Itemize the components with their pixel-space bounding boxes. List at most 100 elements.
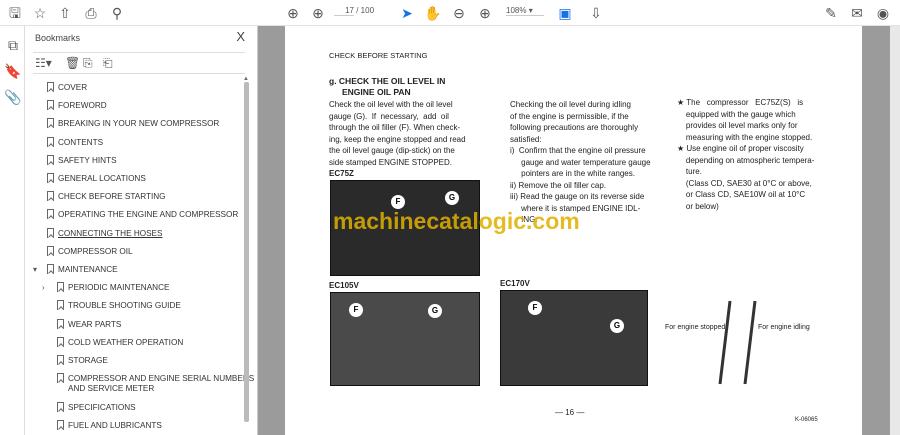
bookmark-item[interactable]: COMPRESSOR OIL [58, 247, 133, 257]
bookmark-item[interactable]: COVER [58, 83, 87, 93]
page-input[interactable] [334, 6, 354, 16]
bookmark-item[interactable]: BREAKING IN YOUR NEW COMPRESSOR [58, 119, 219, 129]
bookmark-item[interactable]: SPECIFICATIONS [68, 403, 136, 413]
close-icon[interactable]: X [236, 29, 245, 44]
delete-icon[interactable]: 🗑 [65, 56, 80, 70]
bookmark-item[interactable]: GENERAL LOCATIONS [58, 174, 146, 184]
bookmark-icon [47, 118, 54, 129]
bookmark-icon [47, 173, 54, 183]
page-indicator: / 100 [334, 6, 374, 16]
text-line: side stamped ENGINE STOPPED. [329, 157, 453, 167]
zoom-value: 108% [506, 6, 527, 15]
photo-ec170v: F G [500, 290, 648, 386]
label-g: G [445, 191, 459, 205]
text-line: ture. [677, 167, 702, 176]
zoom-select[interactable]: 108% ▾ [506, 6, 544, 16]
text-line: ing, keep the engine stopped and read [329, 134, 466, 144]
toolbar: 🖫 ☆ ⇧ ⎙ ⚲ ⊕ ⊕ / 100 ➤ ✋ ⊖ ⊕ 108% ▾ ▣ ⇩ ✎… [0, 0, 900, 26]
heading-line1: g. CHECK THE OIL LEVEL IN [329, 76, 446, 86]
document-scrollbar[interactable] [890, 26, 900, 435]
text-line: the oil level gauge (dip-stick) on the [329, 146, 455, 155]
figure-label-ec105v: EC105V [329, 281, 359, 290]
star-icon[interactable]: ☆ [31, 4, 49, 22]
text-line: ii) Remove the oil filler cap. [510, 180, 607, 190]
section-header: CHECK BEFORE STARTING [329, 51, 428, 60]
bookmark-icon [57, 282, 64, 293]
print-icon[interactable]: ⎙ [82, 4, 100, 22]
bookmark-icon [47, 209, 54, 220]
bookmark-icon [47, 227, 54, 238]
scroll-mode-icon[interactable]: ⇩ [587, 4, 605, 22]
bookmarks-icon[interactable]: 🔖 [4, 62, 22, 80]
bookmark-icon [57, 300, 64, 311]
email-icon[interactable]: ✉ [848, 4, 866, 22]
bookmark-icon [57, 401, 64, 412]
bookmark-item[interactable]: OPERATING THE ENGINE AND COMPRESSOR [58, 210, 238, 220]
bookmark-item[interactable]: CONNECTING THE HOSES [58, 229, 162, 239]
text-line: pointers are in the white ranges. [510, 169, 635, 178]
bookmark-item[interactable]: SAFETY HINTS [58, 156, 117, 166]
label-f: F [349, 303, 363, 317]
bookmark-item[interactable]: STORAGE [68, 356, 108, 366]
text-line: depending on atmospheric tempera- [677, 155, 815, 165]
attachments-icon[interactable]: 📎 [4, 88, 22, 106]
label-f: F [391, 195, 405, 209]
bookmark-item[interactable]: FOREWORD [58, 101, 107, 111]
account-icon[interactable]: ◉ [874, 4, 892, 22]
expand-arrow-icon[interactable]: ▾ [33, 265, 37, 274]
page-total: / 100 [356, 6, 375, 15]
bookmark-item[interactable]: COMPRESSOR AND ENGINE SERIAL NUMBERS [68, 374, 254, 384]
upload-icon[interactable]: ⇧ [56, 4, 74, 22]
find-bookmark-icon[interactable]: ⎗ [103, 56, 113, 71]
bookmark-item[interactable]: MAINTENANCE [58, 265, 118, 275]
bookmark-icon [57, 373, 64, 384]
text-line: Checking the oil level during idling [510, 100, 631, 109]
zoom-out-icon[interactable]: ⊖ [450, 4, 468, 22]
bookmark-icon [57, 336, 64, 347]
bookmark-tools: ☷▾ 🗑 ⎘ ⎗ [33, 52, 245, 74]
text-line: of the engine is permissible, if the [510, 111, 629, 121]
bookmark-item[interactable]: CHECK BEFORE STARTING [58, 192, 166, 202]
document-code: K-06065 [795, 417, 818, 423]
heading-line2: ENGINE OIL PAN [342, 87, 411, 97]
bookmark-item[interactable]: PERIODIC MAINTENANCE [68, 283, 169, 293]
bookmark-item[interactable]: AND SERVICE METER [68, 384, 154, 394]
save-icon[interactable]: 🖫 [6, 4, 24, 22]
bookmark-icon [47, 136, 54, 147]
pages-thumbnails-icon[interactable]: ⧉ [4, 36, 22, 54]
options-icon[interactable]: ☷▾ [35, 56, 52, 70]
text-line: satisfied: [510, 134, 542, 144]
text-line: provides oil level marks only for [677, 121, 798, 130]
bookmark-icon [47, 191, 54, 202]
bookmark-item[interactable]: TROUBLE SHOOTING GUIDE [68, 301, 181, 311]
bookmark-item[interactable]: WEAR PARTS [68, 320, 121, 330]
text-line: or below) [677, 201, 719, 211]
select-cursor-icon[interactable]: ➤ [398, 4, 416, 22]
search-icon[interactable]: ⚲ [108, 4, 126, 22]
collapse-arrow-icon[interactable]: › [42, 283, 45, 292]
add-bookmark-icon[interactable]: ⎘ [83, 56, 93, 71]
hand-tool-icon[interactable]: ✋ [424, 4, 442, 22]
text-line: (Class CD, SAE30 at 0°C or above, [677, 178, 812, 188]
text-line: gauge (G). If necessary, add oil [329, 111, 449, 121]
sign-icon[interactable]: ✎ [822, 4, 840, 22]
bookmark-item[interactable]: CONTENTS [58, 138, 103, 148]
bookmark-item[interactable]: COLD WEATHER OPERATION [68, 338, 183, 348]
text-line: following precautions are thoroughly [510, 123, 639, 132]
label-f: F [528, 301, 542, 315]
photo-ec105v: F G [330, 292, 480, 386]
prev-page-icon[interactable]: ⊕ [284, 4, 302, 22]
dipstick-illustration [718, 300, 757, 385]
figure-label-ec75z: EC75Z [329, 169, 354, 178]
text-line: ★ The compressor EC75Z(S) is [677, 98, 804, 107]
bookmark-icon [57, 419, 64, 430]
next-page-icon[interactable]: ⊕ [309, 4, 327, 22]
bookmark-icon [47, 245, 54, 256]
fit-page-icon[interactable]: ▣ [556, 4, 574, 22]
text-line: equipped with the gauge which [677, 109, 796, 119]
pdf-page: CHECK BEFORE STARTING g. CHECK THE OIL L… [285, 26, 862, 435]
panel-scrollbar[interactable] [244, 82, 249, 422]
bookmark-icon [57, 318, 64, 329]
zoom-in-icon[interactable]: ⊕ [476, 4, 494, 22]
bookmark-item[interactable]: FUEL AND LUBRICANTS [68, 421, 162, 431]
